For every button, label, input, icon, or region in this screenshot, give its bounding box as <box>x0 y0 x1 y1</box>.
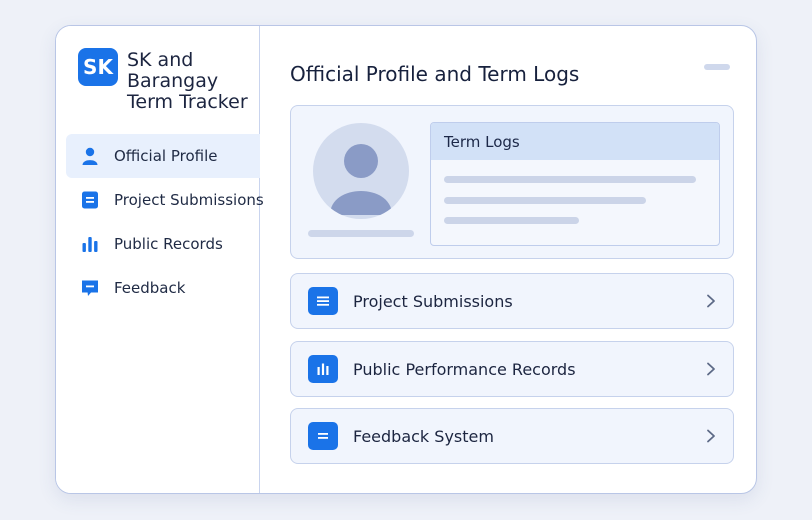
person-icon <box>80 146 100 166</box>
sidebar-item-public-records[interactable]: Public Records <box>66 222 260 266</box>
feedback-system-row[interactable]: Feedback System <box>290 408 734 464</box>
sidebar-item-label: Project Submissions <box>114 191 264 209</box>
sidebar-item-label: Public Records <box>114 235 223 253</box>
profile-card: Term Logs <box>290 105 734 259</box>
chevron-right-icon <box>707 294 715 308</box>
row-label: Feedback System <box>353 426 494 446</box>
document-icon <box>308 287 338 315</box>
bar-chart-icon <box>80 234 100 254</box>
placeholder-line <box>444 197 646 204</box>
sidebar-item-project-submissions[interactable]: Project Submissions <box>66 178 264 222</box>
chat-icon <box>80 278 100 298</box>
app-window: SK SK and Barangay Term Tracker Official… <box>55 25 757 494</box>
row-label: Project Submissions <box>353 291 513 311</box>
public-performance-records-row[interactable]: Public Performance Records <box>290 341 734 397</box>
placeholder-line <box>444 217 579 224</box>
menu-handle[interactable] <box>704 64 730 70</box>
sidebar: SK SK and Barangay Term Tracker Official… <box>56 26 264 493</box>
brand: SK SK and Barangay Term Tracker <box>78 48 257 113</box>
placeholder-line <box>444 176 696 183</box>
term-logs-title: Term Logs <box>431 123 719 160</box>
sidebar-item-official-profile[interactable]: Official Profile <box>66 134 260 178</box>
sidebar-item-feedback[interactable]: Feedback <box>66 266 260 310</box>
name-placeholder-bar <box>308 230 414 237</box>
app-logo: SK <box>78 48 118 86</box>
chat-icon <box>308 422 338 450</box>
sidebar-nav: Official Profile Project Submissions Pub… <box>66 134 264 310</box>
chevron-right-icon <box>707 362 715 376</box>
chevron-right-icon <box>707 429 715 443</box>
project-submissions-row[interactable]: Project Submissions <box>290 273 734 329</box>
avatar-placeholder-icon <box>313 123 409 219</box>
app-title: SK and Barangay Term Tracker <box>127 49 248 113</box>
sidebar-item-label: Feedback <box>114 279 186 297</box>
row-label: Public Performance Records <box>353 359 576 379</box>
document-icon <box>80 190 100 210</box>
term-logs-panel: Term Logs <box>430 122 720 246</box>
page-title: Official Profile and Term Logs <box>290 62 580 86</box>
sidebar-item-label: Official Profile <box>114 147 218 165</box>
bar-chart-icon <box>308 355 338 383</box>
main-panel: Official Profile and Term Logs Term Logs… <box>262 26 756 493</box>
